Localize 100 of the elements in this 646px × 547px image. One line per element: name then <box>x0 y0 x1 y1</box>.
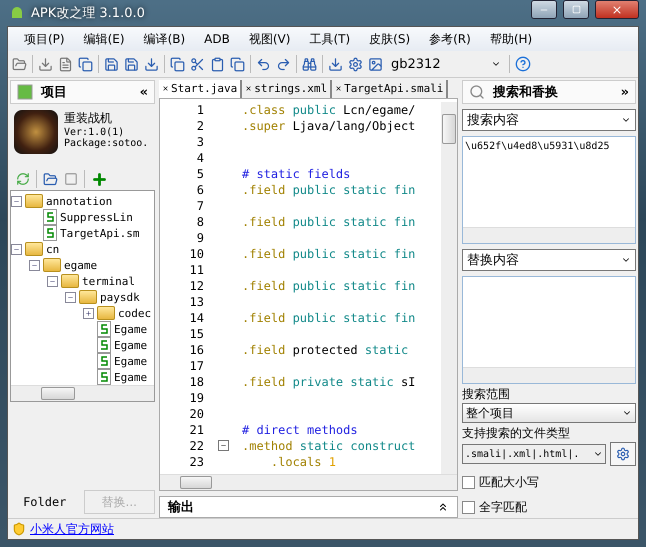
checkbox[interactable] <box>462 501 475 514</box>
collapse-toggle-icon[interactable] <box>11 196 22 206</box>
menu-item[interactable]: 编译(B) <box>136 30 196 48</box>
collapse-toggle-icon[interactable] <box>11 244 22 254</box>
tree-item[interactable]: paysdk <box>100 290 140 304</box>
horizontal-scrollbar[interactable] <box>160 474 457 490</box>
line-number: 11 <box>188 262 204 277</box>
panel-title: 搜索和香换 <box>493 84 558 101</box>
folder-icon[interactable] <box>43 172 58 186</box>
fold-toggle-icon[interactable] <box>218 440 228 452</box>
tree-item[interactable]: TargetApi.sm <box>60 226 140 240</box>
toolbar-icon[interactable] <box>348 56 363 72</box>
search-combo[interactable]: 搜索内容 <box>462 109 636 131</box>
toolbar-icon[interactable] <box>78 56 93 72</box>
collapse-button[interactable]: « <box>140 84 148 100</box>
code-line: .field public static fin <box>242 246 416 261</box>
window-title: APK改之理 3.1.0.0 <box>31 5 146 22</box>
edit-button[interactable] <box>610 442 636 466</box>
line-number: 23 <box>188 454 204 469</box>
editor-tab[interactable]: Start.java <box>159 80 242 98</box>
code-line: .field public static fin <box>242 214 416 229</box>
code-line: .field private static sI <box>242 374 416 389</box>
horizontal-scrollbar[interactable] <box>463 367 635 383</box>
toolbar-icon[interactable] <box>368 56 383 72</box>
code-line: .field public static fin <box>242 310 416 325</box>
checkbox[interactable] <box>462 476 475 489</box>
minimize-button[interactable] <box>531 0 557 19</box>
menu-item[interactable]: 项目(P) <box>16 30 76 48</box>
line-number: 5 <box>196 166 204 181</box>
close-icon[interactable] <box>245 85 252 92</box>
search-icon <box>469 84 485 100</box>
toolbar-icon[interactable] <box>190 56 205 72</box>
project-icon <box>17 84 33 100</box>
tree-item[interactable]: Egame <box>114 338 148 352</box>
expand-toggle-icon[interactable] <box>83 308 94 318</box>
tree-item[interactable]: Egame <box>114 322 148 336</box>
tree-item[interactable]: annotation <box>46 194 112 208</box>
tree-item[interactable]: codec <box>118 306 152 320</box>
menu-item[interactable]: 工具(T) <box>301 30 362 48</box>
menu-item[interactable]: 编辑(E) <box>76 30 136 48</box>
tree-item[interactable]: Egame <box>114 354 148 368</box>
collapse-toggle-icon[interactable] <box>65 292 76 302</box>
toolbar-icon[interactable] <box>144 56 159 72</box>
horizontal-scrollbar[interactable] <box>11 385 154 401</box>
line-number: 20 <box>188 406 204 421</box>
toolbar-icon[interactable] <box>276 56 291 72</box>
folder-icon <box>79 290 97 304</box>
scope-dropdown[interactable]: 整个项目 <box>462 403 636 423</box>
collapse-toggle-icon[interactable] <box>29 260 40 270</box>
tree-item[interactable]: SuppressLin <box>60 210 133 224</box>
toolbar-icon[interactable] <box>170 56 185 72</box>
line-number: 3 <box>196 134 204 149</box>
toolbar-icon[interactable] <box>12 56 27 72</box>
search-text-area[interactable]: \u652f\u4ed8\u5931\u8d25 <box>462 136 636 244</box>
tree-item[interactable]: egame <box>64 258 98 272</box>
shield-icon <box>12 522 26 536</box>
toolbar-icon[interactable] <box>256 56 271 72</box>
line-number: 19 <box>188 390 204 405</box>
line-number: 8 <box>196 214 204 229</box>
encoding-dropdown[interactable]: gb2312 <box>388 55 504 73</box>
menu-item[interactable]: 视图(V) <box>240 30 302 48</box>
toolbar-icon[interactable] <box>58 56 73 72</box>
tree-item[interactable]: Egame <box>114 370 148 384</box>
folder-icon <box>43 258 61 272</box>
menu-item[interactable]: ADB <box>196 32 241 46</box>
checkbox-label: 匹配大小写 <box>479 474 539 491</box>
website-link[interactable]: 小米人官方网站 <box>30 520 114 538</box>
refresh-icon[interactable] <box>16 172 30 186</box>
toolbar-icon[interactable] <box>210 56 225 72</box>
toolbar-icon[interactable] <box>230 56 245 72</box>
file-types-dropdown[interactable]: .smali|.xml|.html|. <box>462 444 606 464</box>
menu-item[interactable]: 皮肤(S) <box>361 30 422 48</box>
toolbar-icon[interactable] <box>328 56 343 72</box>
horizontal-scrollbar[interactable] <box>463 227 635 243</box>
close-icon[interactable] <box>335 85 342 92</box>
close-icon <box>611 4 623 16</box>
maximize-button[interactable] <box>563 0 589 19</box>
replace-combo[interactable]: 替换内容 <box>462 249 636 271</box>
tree-item[interactable]: cn <box>46 242 60 256</box>
expand-icon[interactable] <box>437 501 449 514</box>
code-line: # static fields <box>242 166 350 181</box>
expand-button[interactable]: » <box>620 84 629 100</box>
menu-item[interactable]: 帮助(H) <box>482 30 544 48</box>
vertical-scrollbar[interactable] <box>441 102 457 474</box>
close-button[interactable] <box>595 0 639 19</box>
scope-label: 搜索范围 <box>462 386 511 403</box>
line-number: 16 <box>188 342 204 357</box>
collapse-toggle-icon[interactable] <box>47 276 58 286</box>
toolbar-icon[interactable] <box>124 56 139 72</box>
help-icon[interactable] <box>515 56 531 72</box>
close-icon[interactable] <box>162 85 169 92</box>
menu-item[interactable]: 参考(R) <box>421 30 482 48</box>
add-icon[interactable] <box>91 170 108 188</box>
toolbar-icon[interactable] <box>302 56 317 72</box>
maximize-icon <box>572 5 580 14</box>
toolbar-icon[interactable] <box>104 56 119 72</box>
tree-item[interactable]: terminal <box>82 274 135 288</box>
panel-tab[interactable]: Folder <box>10 491 80 513</box>
toolbar-icon[interactable] <box>38 56 53 72</box>
line-number: 2 <box>196 118 204 133</box>
